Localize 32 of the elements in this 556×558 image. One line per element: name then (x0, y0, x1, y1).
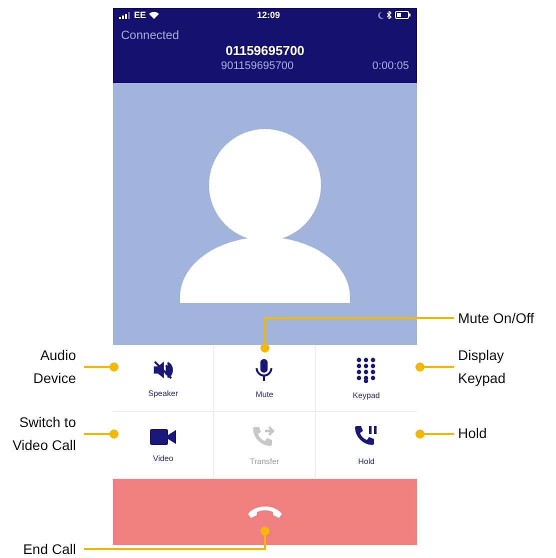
call-duration: 0:00:05 (372, 60, 409, 72)
call-control-button[interactable]: Speaker (113, 345, 214, 412)
speaker-muted-icon (152, 358, 174, 380)
callout-label: Audio Device (32, 346, 76, 388)
wifi-icon (149, 11, 160, 19)
phone-number: 01159695700 (226, 43, 304, 58)
video-camera-icon (150, 428, 176, 446)
moon-icon (378, 12, 384, 18)
call-control-button[interactable]: Mute (214, 345, 316, 412)
leader-line (416, 362, 454, 372)
callout-label: Display Keypad (458, 346, 506, 388)
microphone-icon (253, 358, 276, 382)
signal-icon (119, 12, 131, 18)
dialed-number: 901159695700 (221, 60, 294, 72)
keypad-icon (356, 356, 376, 382)
callout-label: Hold (458, 424, 488, 443)
phone-handset-icon (247, 505, 283, 519)
battery-icon (394, 11, 411, 19)
leader-line (84, 430, 118, 438)
carrier-name: EE (134, 10, 146, 20)
call-control-button[interactable]: Video (113, 412, 214, 479)
phone-transfer-icon (251, 424, 278, 448)
person-silhouette-icon (180, 129, 350, 303)
callout-label: Mute On/Off (458, 309, 535, 328)
leader-line (84, 362, 118, 372)
clock-time: 12:09 (256, 10, 280, 20)
callout-label: End Call (22, 540, 76, 558)
bluetooth-icon (386, 11, 392, 19)
call-status: Connected (121, 28, 180, 42)
callout-label: Switch to Video Call (11, 413, 76, 455)
leader-line (416, 430, 454, 438)
end-call-button[interactable] (113, 479, 417, 545)
